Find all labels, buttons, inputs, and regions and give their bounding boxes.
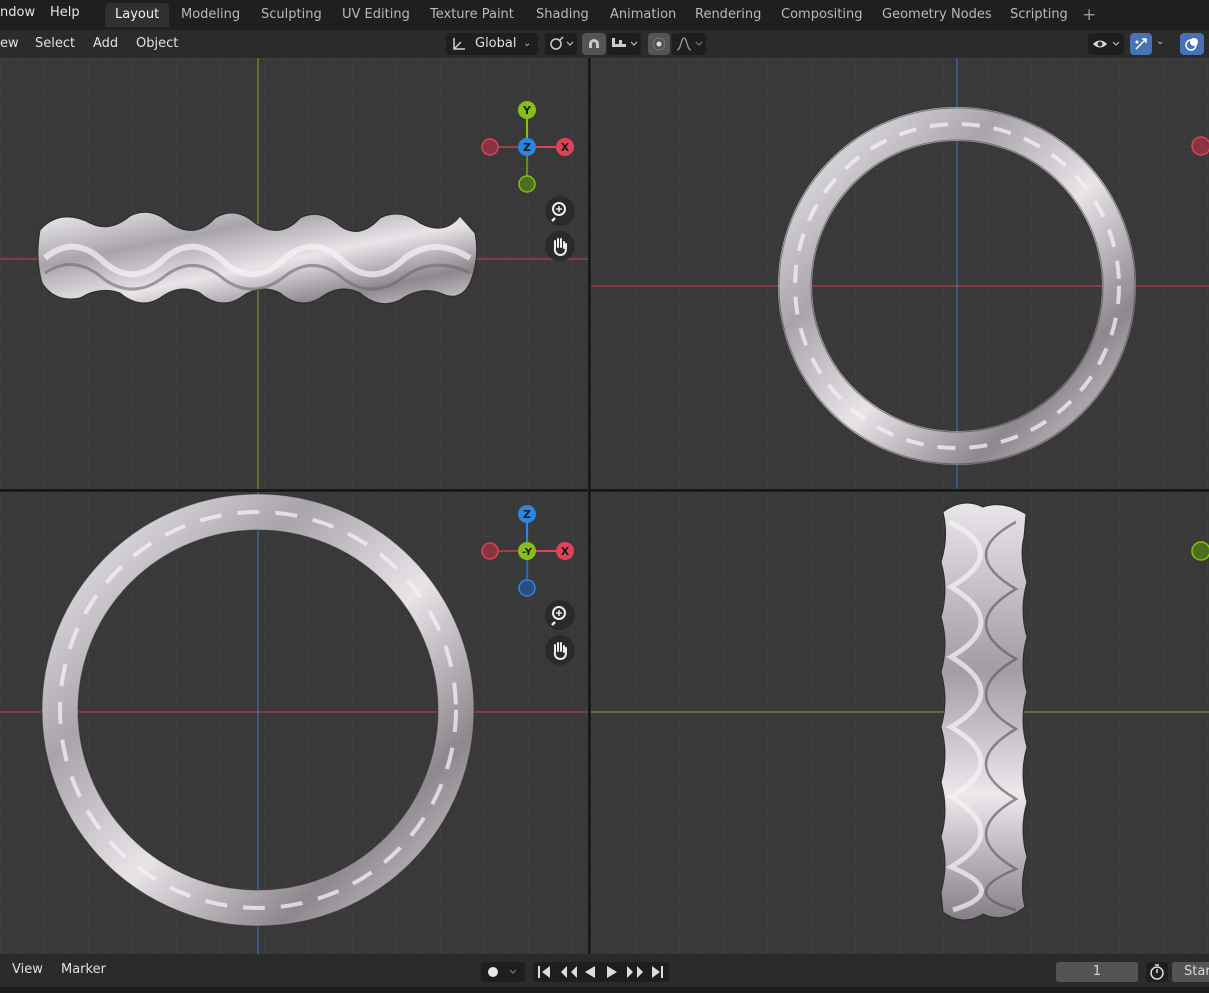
gizmo-z-label: Z <box>523 508 531 521</box>
viewport-bottom-right[interactable] <box>591 492 1209 954</box>
zoom-icon <box>551 202 566 222</box>
pan-button[interactable] <box>545 231 575 261</box>
viewport-grid <box>591 58 1209 489</box>
play-reverse-icon[interactable] <box>585 966 595 978</box>
viewport-header: ew Select Add Object Global ⌄ ⌄ <box>0 30 1209 58</box>
next-keyframe-icon[interactable] <box>627 966 643 978</box>
menu-help[interactable]: Help <box>50 0 80 28</box>
viewport-top-right[interactable] <box>591 58 1209 489</box>
tab-modeling[interactable]: Modeling <box>171 3 250 27</box>
menu-object[interactable]: Object <box>136 34 178 54</box>
gizmo-x-label: X <box>561 141 570 154</box>
gizmo-x-handle[interactable] <box>1191 136 1209 156</box>
eye-icon <box>1093 40 1120 48</box>
add-workspace-icon[interactable]: + <box>1072 3 1106 27</box>
gizmo-z-label: Z <box>523 141 531 154</box>
pan-button[interactable] <box>545 635 575 665</box>
navigation-gizmo[interactable]: Y Z X <box>477 98 577 198</box>
timeline-menu-marker[interactable]: Marker <box>61 960 106 980</box>
gizmo-icon <box>1135 38 1147 50</box>
zoom-button[interactable] <box>545 196 575 226</box>
gizmo-toggle[interactable] <box>1130 33 1152 55</box>
gizmo-x-label: X <box>561 545 570 558</box>
snap-increment-icon <box>612 38 638 47</box>
tab-layout[interactable]: Layout <box>105 3 170 27</box>
status-bar <box>0 987 1209 993</box>
timeline-menu-view[interactable]: View <box>12 960 43 980</box>
snap-toggle[interactable] <box>582 33 606 55</box>
ring-mesh[interactable] <box>940 502 1028 921</box>
playback-icons <box>538 966 663 978</box>
menu-add[interactable]: Add <box>93 34 118 54</box>
proportional-edit-toggle[interactable] <box>648 33 670 55</box>
area-divider-vertical[interactable] <box>588 58 591 954</box>
tab-sculpting[interactable]: Sculpting <box>251 3 332 27</box>
pivot-icon <box>550 36 574 50</box>
magnet-icon <box>589 39 599 48</box>
tab-rendering[interactable]: Rendering <box>685 3 771 27</box>
zoom-icon <box>551 606 566 626</box>
menu-select[interactable]: Select <box>35 34 75 54</box>
visibility-dropdown[interactable] <box>1088 33 1124 55</box>
chevron-down-icon: ⌄ <box>523 38 532 49</box>
proportional-edit-icon <box>652 37 666 51</box>
current-frame-value: 1 <box>1092 964 1102 979</box>
hand-icon <box>553 642 567 661</box>
timeline-header: View Marker 1 Star <box>0 954 1209 987</box>
record-icon <box>488 967 517 977</box>
auto-keying-toggle[interactable] <box>481 962 525 982</box>
tab-animation[interactable]: Animation <box>600 3 686 27</box>
falloff-dropdown[interactable] <box>672 33 706 55</box>
pivot-point-dropdown[interactable] <box>545 33 577 55</box>
current-frame-field[interactable]: 1 <box>1056 962 1138 982</box>
viewport-grid <box>591 492 1209 954</box>
area-divider-horizontal[interactable] <box>0 489 1209 492</box>
tab-shading[interactable]: Shading <box>526 3 599 27</box>
start-frame-label: Star <box>1184 964 1209 979</box>
viewport-bottom-left[interactable]: Z -Y X <box>0 492 588 954</box>
menu-window[interactable]: ndow <box>0 0 35 28</box>
gizmo-neg-y-label: -Y <box>522 547 533 558</box>
navigation-gizmo[interactable]: Z -Y X <box>477 502 577 602</box>
play-icon[interactable] <box>607 966 617 978</box>
tab-uv-editing[interactable]: UV Editing <box>332 3 420 27</box>
top-bar: ndow Help Layout Modeling Sculpting UV E… <box>0 0 1209 30</box>
tab-scripting[interactable]: Scripting <box>1000 3 1078 27</box>
snap-target-dropdown[interactable] <box>607 33 641 55</box>
playback-controls <box>533 962 669 982</box>
jump-start-icon[interactable] <box>538 966 550 978</box>
viewport-top-left[interactable]: Y Z X <box>0 58 588 489</box>
jump-end-icon[interactable] <box>652 966 663 978</box>
gizmo-y-label: Y <box>522 104 532 117</box>
tab-texture-paint[interactable]: Texture Paint <box>420 3 524 27</box>
stopwatch-icon <box>1150 964 1164 980</box>
overlay-icon <box>1185 38 1198 51</box>
transform-orientation-dropdown[interactable]: Global ⌄ <box>446 33 538 55</box>
transform-orientation-label: Global <box>475 36 517 51</box>
preview-range-toggle[interactable] <box>1146 962 1168 982</box>
menu-view[interactable]: ew <box>0 34 19 54</box>
tab-compositing[interactable]: Compositing <box>771 3 873 27</box>
gizmo-chevron-down-icon[interactable]: ⌄ <box>1156 36 1164 47</box>
transform-orientation-icon <box>453 38 465 50</box>
hand-icon <box>553 238 567 257</box>
tab-geometry-nodes[interactable]: Geometry Nodes <box>872 3 1002 27</box>
overlay-toggle[interactable] <box>1180 33 1204 55</box>
zoom-button[interactable] <box>545 600 575 630</box>
gizmo-y-handle[interactable] <box>1191 541 1209 561</box>
prev-keyframe-icon[interactable] <box>561 966 577 978</box>
falloff-curve-icon <box>676 37 703 51</box>
start-frame-field[interactable]: Star <box>1172 962 1209 982</box>
